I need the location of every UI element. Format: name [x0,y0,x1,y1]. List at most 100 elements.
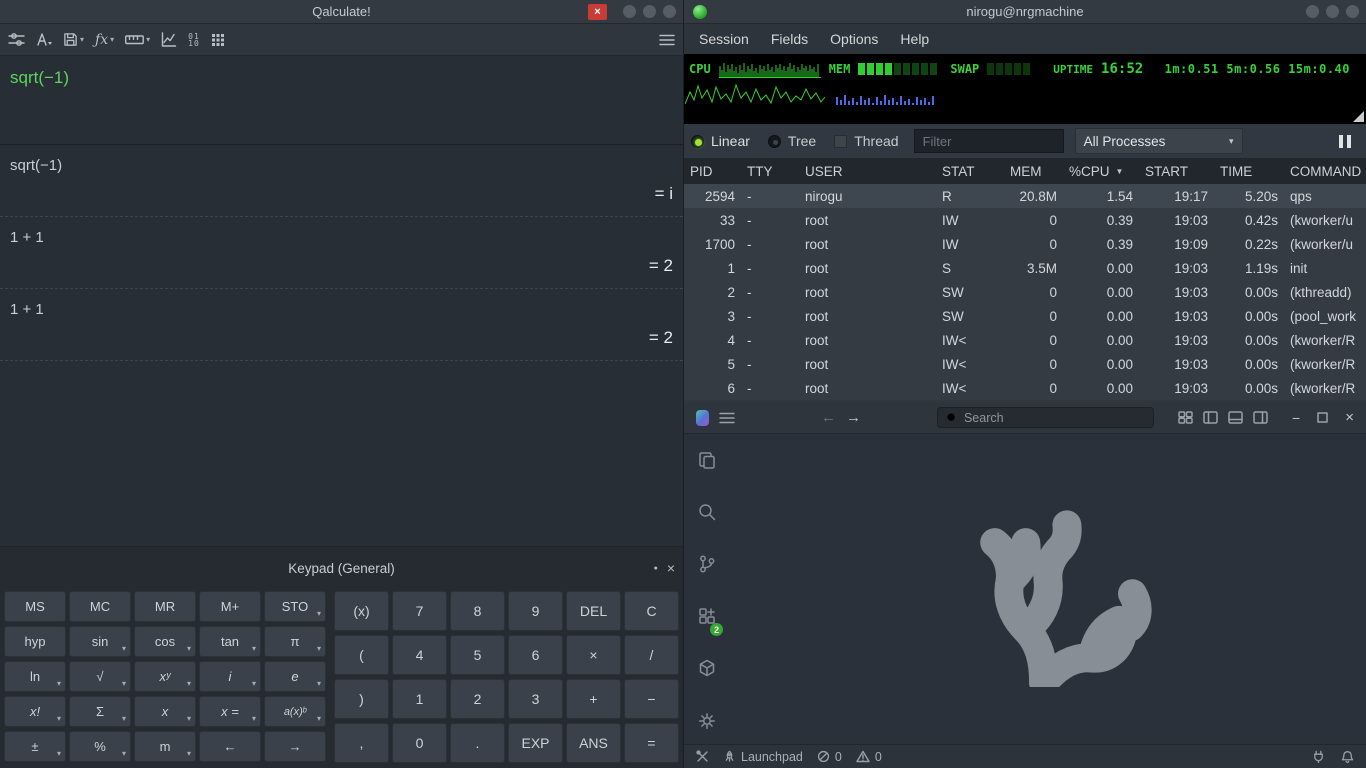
column-header-cpu[interactable]: %CPU▼ [1063,164,1139,179]
keypad-button[interactable]: × [566,635,621,675]
keypad-button[interactable]: 8 [450,591,505,631]
column-header-command[interactable]: COMMAND [1284,164,1366,179]
keypad-button[interactable]: M+ [199,591,261,622]
grid-layout-button[interactable] [1178,411,1193,424]
keypad-button[interactable]: cos▾ [134,626,196,657]
menu-fields[interactable]: Fields [760,27,819,51]
search-panel-button[interactable] [697,502,717,527]
search-input[interactable] [964,411,1145,425]
minimize-button[interactable]: − [1292,410,1300,426]
keypad-button[interactable]: , [334,723,389,763]
column-header-user[interactable]: USER [799,164,936,179]
menu-options[interactable]: Options [819,27,889,51]
notifications-button[interactable] [1341,750,1354,763]
keypad-button[interactable]: + [566,679,621,719]
keypad-button[interactable]: x▾ [134,696,196,727]
tree-radio[interactable] [768,135,781,148]
menu-help[interactable]: Help [889,27,940,51]
column-header-tty[interactable]: TTY [741,164,799,179]
keypad-button[interactable]: ANS [566,723,621,763]
keypad-button[interactable]: sin▾ [69,626,131,657]
process-row[interactable]: 3-rootSW00.0019:030.00s(pool_work [684,304,1366,328]
keypad-button[interactable]: MR [134,591,196,622]
keypad-button[interactable]: 6 [508,635,563,675]
keypad-button[interactable]: 0 [392,723,447,763]
column-header-stat[interactable]: STAT [936,164,1004,179]
keypad-button[interactable]: STO▾ [264,591,326,622]
keypad-button[interactable]: x =▾ [199,696,261,727]
units-button[interactable]: ▾ [125,33,150,46]
process-row[interactable]: 1700-rootIW00.3919:090.22s(kworker/u [684,232,1366,256]
warning-indicator[interactable]: 0 [856,750,882,764]
keypad-button[interactable]: C [624,591,679,631]
keypad-button[interactable]: %▾ [69,731,131,762]
plot-button[interactable] [161,32,177,47]
nav-back-button[interactable]: ← [821,409,836,426]
keypad-button[interactable]: Σ▾ [69,696,131,727]
editor-menu-button[interactable] [719,412,735,424]
tools-button[interactable] [696,750,709,763]
pause-button[interactable] [1339,135,1359,148]
keypad-button[interactable]: ( [334,635,389,675]
keypad-button[interactable]: ln▾ [4,661,66,692]
column-header-mem[interactable]: MEM [1004,164,1063,179]
keypad-button[interactable]: EXP [508,723,563,763]
process-row[interactable]: 5-rootIW<00.0019:030.00s(kworker/R [684,352,1366,376]
keypad-button[interactable]: DEL [566,591,621,631]
insert-symbol-button[interactable] [36,32,52,47]
keypad-button[interactable]: MS [4,591,66,622]
process-scope-dropdown[interactable]: All Processes ▾ [1075,128,1243,154]
left-dock-toggle[interactable] [1203,411,1218,424]
keypad-button[interactable]: xʸ▾ [134,661,196,692]
thread-checkbox[interactable] [834,135,847,148]
launchpad-button[interactable]: Launchpad [723,750,803,764]
close-button[interactable]: × [588,4,607,20]
keypad-button[interactable]: i▾ [199,661,261,692]
number-bases-button[interactable]: 0110 [188,33,200,47]
keypad-button[interactable]: → [264,731,326,762]
project-panel-button[interactable] [697,450,717,475]
filter-input[interactable] [914,129,1064,153]
save-button[interactable]: ▾ [63,32,84,47]
keypad-button[interactable]: − [624,679,679,719]
keypad-button[interactable]: ) [334,679,389,719]
keypad-button[interactable]: 2 [450,679,505,719]
keypad-button[interactable]: a(x)ᵇ▾ [264,696,326,727]
process-row[interactable]: 1-rootS3.5M0.0019:031.19sinit [684,256,1366,280]
keypad-button[interactable]: 5 [450,635,505,675]
column-header-pid[interactable]: PID [684,164,741,179]
column-header-time[interactable]: TIME [1214,164,1284,179]
keypad-button[interactable]: tan▾ [199,626,261,657]
keypad-button[interactable]: 9 [508,591,563,631]
keypad-button[interactable]: / [624,635,679,675]
window-control-dot[interactable] [623,5,636,18]
menu-button[interactable] [659,34,675,46]
plug-button[interactable] [1312,750,1325,763]
keypad-button[interactable]: MC [69,591,131,622]
history-entry[interactable]: 1 + 1= 2 [0,289,683,361]
git-panel-button[interactable] [697,554,717,579]
maximize-button[interactable] [1317,412,1328,423]
keypad-button[interactable]: = [624,723,679,763]
keypad-button[interactable]: m▾ [134,731,196,762]
keypad-button[interactable]: 1 [392,679,447,719]
process-row[interactable]: 4-rootIW<00.0019:030.00s(kworker/R [684,328,1366,352]
process-row[interactable]: 2-rootSW00.0019:030.00s(kthreadd) [684,280,1366,304]
process-row[interactable]: 33-rootIW00.3919:030.42s(kworker/u [684,208,1366,232]
keypad-button[interactable]: hyp [4,626,66,657]
history-entry[interactable]: 1 + 1= 2 [0,217,683,289]
keypad-button[interactable]: x!▾ [4,696,66,727]
window-control-dot[interactable] [1326,5,1339,18]
settings-button[interactable] [697,711,717,736]
right-dock-toggle[interactable] [1253,411,1268,424]
keypad-button[interactable]: (x) [334,591,389,631]
window-control-dot[interactable] [1306,5,1319,18]
menu-session[interactable]: Session [688,27,760,51]
keypad-button[interactable]: 4 [392,635,447,675]
keypad-button[interactable]: π▾ [264,626,326,657]
window-control-dot[interactable] [643,5,656,18]
extensions-panel-button[interactable]: 2 [697,606,717,631]
keypad-button[interactable]: ±▾ [4,731,66,762]
bottom-dock-toggle[interactable] [1228,411,1243,424]
keypad-button[interactable]: e▾ [264,661,326,692]
